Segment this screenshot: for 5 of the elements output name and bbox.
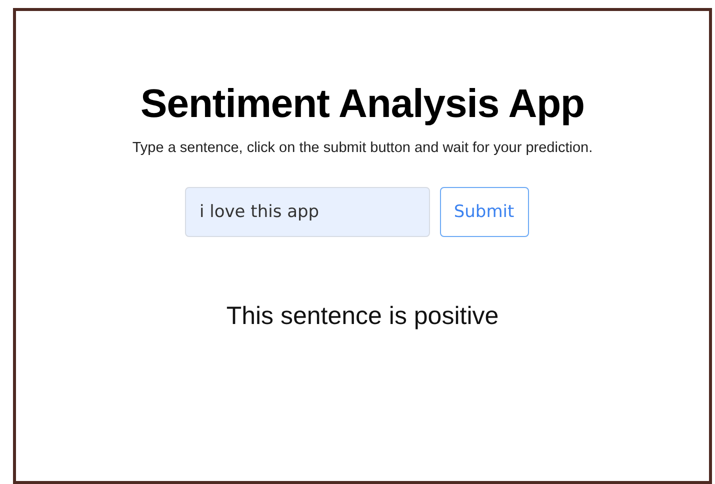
app-title: Sentiment Analysis App (140, 81, 584, 127)
sentence-input-field[interactable]: i love this app (184, 187, 430, 237)
submit-button[interactable]: Submit (440, 187, 528, 237)
prediction-text: This sentence is positive (226, 301, 499, 331)
instructions-text: Type a sentence, click on the submit button and wait for your prediction. (132, 139, 593, 157)
